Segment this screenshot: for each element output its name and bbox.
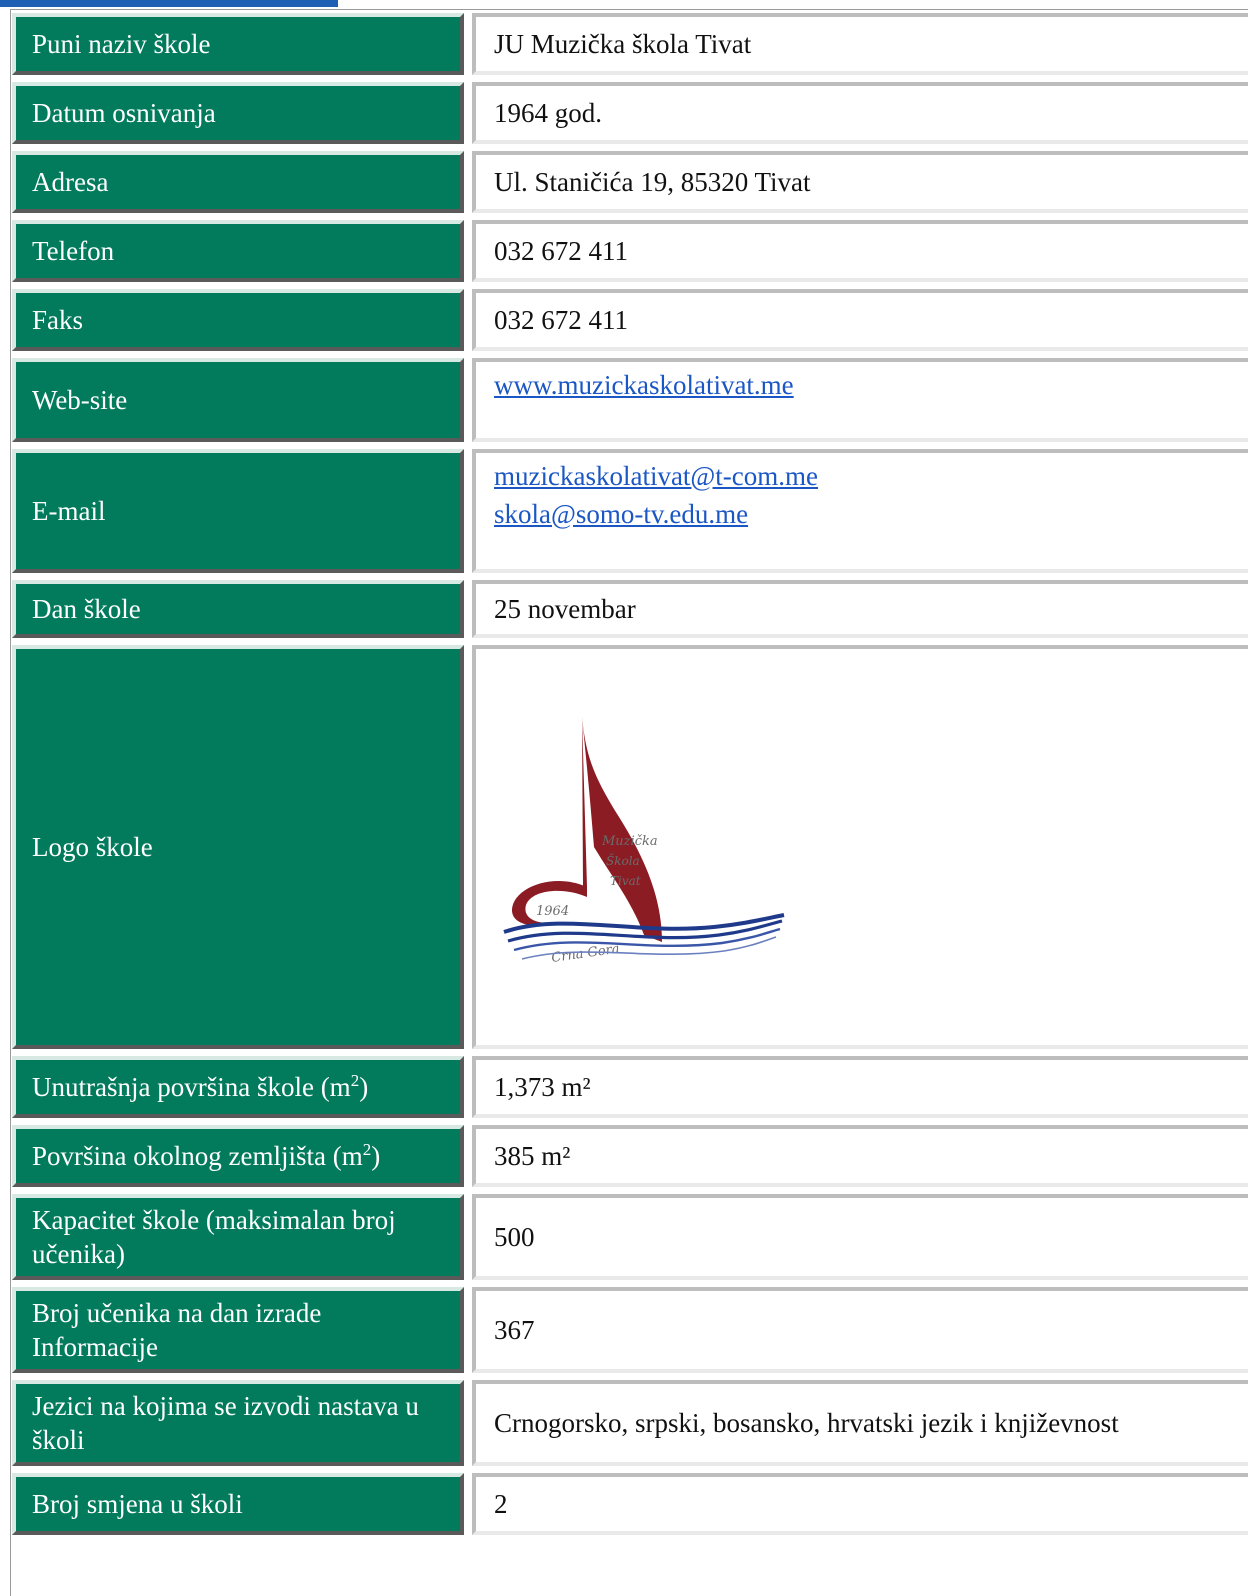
row-value: www.muzickaskolativat.me <box>472 358 1248 442</box>
table-row: Web-site www.muzickaskolativat.me <box>12 358 1248 442</box>
row-label: Logo škole <box>12 645 464 1049</box>
row-value: Ul. Staničića 19, 85320 Tivat <box>472 151 1248 213</box>
row-value: 032 672 411 <box>472 220 1248 282</box>
logo-text: Crna Gora <box>550 942 620 966</box>
school-info-table: Puni naziv škole JU Muzička škola Tivat … <box>12 6 1248 1542</box>
table-row: Faks 032 672 411 <box>12 289 1248 351</box>
table-row: Datum osnivanja 1964 god. <box>12 82 1248 144</box>
row-value: 385 m² <box>472 1125 1248 1187</box>
row-label: Telefon <box>12 220 464 282</box>
website-link[interactable]: www.muzickaskolativat.me <box>494 370 794 400</box>
row-label: Puni naziv škole <box>12 13 464 75</box>
logo-text: Muzička <box>601 834 658 849</box>
email-link-secondary[interactable]: skola@somo-tv.edu.me <box>494 499 748 529</box>
row-label: Dan škole <box>12 580 464 638</box>
table-row: Unutrašnja površina škole (m2) 1,373 m² <box>12 1056 1248 1118</box>
row-value: Crnogorsko, srpski, bosansko, hrvatski j… <box>472 1380 1248 1466</box>
row-value: 25 novembar <box>472 580 1248 638</box>
row-label: Adresa <box>12 151 464 213</box>
email-link-primary[interactable]: muzickaskolativat@t-com.me <box>494 461 818 491</box>
logo-text: Škola <box>606 852 640 868</box>
row-value: muzickaskolativat@t-com.me skola@somo-tv… <box>472 449 1248 573</box>
school-logo-image: Muzička Škola Tivat 1964 Crna Gora <box>503 717 785 966</box>
table-row: Puni naziv škole JU Muzička škola Tivat <box>12 13 1248 75</box>
row-value: 032 672 411 <box>472 289 1248 351</box>
row-value: 1,373 m² <box>472 1056 1248 1118</box>
table-row: Jezici na kojima se izvodi nastava u ško… <box>12 1380 1248 1466</box>
row-label: Kapacitet škole (maksimalan broj učenika… <box>12 1194 464 1280</box>
row-label: Jezici na kojima se izvodi nastava u ško… <box>12 1380 464 1466</box>
row-value: 367 <box>472 1287 1248 1373</box>
row-value: Muzička Škola Tivat 1964 Crna Gora <box>472 645 1248 1049</box>
row-value: 1964 god. <box>472 82 1248 144</box>
row-value: 500 <box>472 1194 1248 1280</box>
logo-text: Tivat <box>610 874 641 888</box>
table-row: Telefon 032 672 411 <box>12 220 1248 282</box>
row-label: Broj učenika na dan izrade Informacije <box>12 1287 464 1373</box>
table-row: Broj učenika na dan izrade Informacije 3… <box>12 1287 1248 1373</box>
row-label: Površina okolnog zemljišta (m2) <box>12 1125 464 1187</box>
logo-text: 1964 <box>536 904 569 919</box>
table-row: E-mail muzickaskolativat@t-com.me skola@… <box>12 449 1248 573</box>
row-label: Broj smjena u školi <box>12 1473 464 1535</box>
row-label: E-mail <box>12 449 464 573</box>
table-row: Adresa Ul. Staničića 19, 85320 Tivat <box>12 151 1248 213</box>
row-label: Datum osnivanja <box>12 82 464 144</box>
row-value: JU Muzička škola Tivat <box>472 13 1248 75</box>
row-label: Faks <box>12 289 464 351</box>
table-row: Kapacitet škole (maksimalan broj učenika… <box>12 1194 1248 1280</box>
table-row: Broj smjena u školi 2 <box>12 1473 1248 1535</box>
table-row: Površina okolnog zemljišta (m2) 385 m² <box>12 1125 1248 1187</box>
row-value: 2 <box>472 1473 1248 1535</box>
table-row: Logo škole Muzička Škola Tivat 1964 Crna… <box>12 645 1248 1049</box>
row-label: Web-site <box>12 358 464 442</box>
table-row: Dan škole 25 novembar <box>12 580 1248 638</box>
row-label: Unutrašnja površina škole (m2) <box>12 1056 464 1118</box>
